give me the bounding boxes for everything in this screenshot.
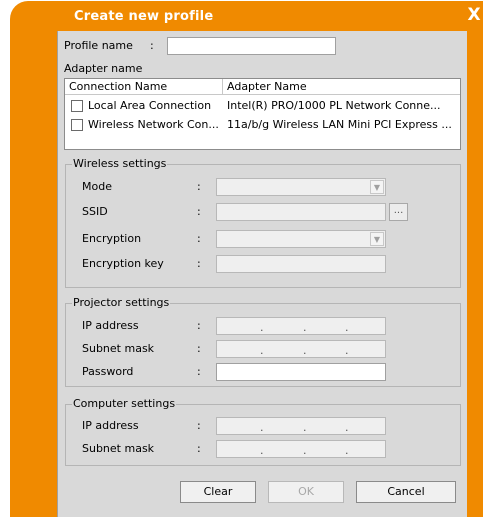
- wireless-settings-title: Wireless settings: [72, 157, 168, 170]
- ssid-browse-button[interactable]: ...: [389, 203, 408, 221]
- adapter-checkbox[interactable]: [71, 119, 83, 131]
- list-item[interactable]: Local Area Connection Intel(R) PRO/1000 …: [65, 96, 460, 116]
- encryption-key-colon: :: [197, 257, 201, 270]
- adapter-name: 11a/b/g Wireless LAN Mini PCI Express ..…: [227, 118, 452, 131]
- cancel-button[interactable]: Cancel: [356, 481, 456, 503]
- projector-settings-title: Projector settings: [72, 296, 171, 309]
- profile-name-colon: :: [150, 39, 154, 52]
- encryption-key-field[interactable]: [216, 255, 386, 273]
- ip-separator: .: [303, 444, 307, 457]
- ssid-label: SSID: [82, 205, 108, 218]
- computer-subnet-label: Subnet mask: [82, 442, 155, 455]
- projector-subnet-label: Subnet mask: [82, 342, 155, 355]
- projector-subnet-colon: :: [197, 342, 201, 355]
- computer-settings-group: Computer settings IP address : . . . Sub…: [65, 397, 461, 466]
- ip-separator: .: [260, 444, 264, 457]
- adapter-list[interactable]: Connection Name Adapter Name Local Area …: [64, 78, 461, 150]
- ip-separator: .: [260, 421, 264, 434]
- computer-ip-label: IP address: [82, 419, 139, 432]
- chevron-down-icon[interactable]: ▼: [370, 180, 384, 194]
- computer-subnet-field[interactable]: . . .: [216, 440, 386, 458]
- computer-ip-colon: :: [197, 419, 201, 432]
- projector-ip-field[interactable]: . . .: [216, 317, 386, 335]
- ip-separator: .: [345, 444, 349, 457]
- profile-name-label: Profile name: [64, 39, 133, 52]
- clear-button[interactable]: Clear: [180, 481, 256, 503]
- wireless-settings-group: Wireless settings Mode : ▼ SSID : ... En…: [65, 157, 461, 288]
- adapter-list-header: Connection Name Adapter Name: [65, 79, 460, 95]
- computer-ip-field[interactable]: . . .: [216, 417, 386, 435]
- connection-name: Local Area Connection: [88, 99, 212, 112]
- projector-ip-colon: :: [197, 319, 201, 332]
- projector-ip-label: IP address: [82, 319, 139, 332]
- ok-button[interactable]: OK: [268, 481, 344, 503]
- projector-settings-group: Projector settings IP address : . . . Su…: [65, 296, 461, 387]
- ip-separator: .: [345, 421, 349, 434]
- encryption-colon: :: [197, 232, 201, 245]
- password-label: Password: [82, 365, 134, 378]
- password-field[interactable]: [216, 363, 386, 381]
- ip-separator: .: [303, 421, 307, 434]
- mode-dropdown[interactable]: ▼: [216, 178, 386, 196]
- dialog-body: Profile name : Adapter name Connection N…: [57, 31, 467, 517]
- password-colon: :: [197, 365, 201, 378]
- ip-separator: .: [260, 321, 264, 334]
- encryption-key-label: Encryption key: [82, 257, 164, 270]
- profile-name-field[interactable]: [167, 37, 336, 55]
- ssid-colon: :: [197, 205, 201, 218]
- computer-settings-title: Computer settings: [72, 397, 177, 410]
- computer-subnet-colon: :: [197, 442, 201, 455]
- ip-separator: .: [303, 344, 307, 357]
- encryption-dropdown[interactable]: ▼: [216, 230, 386, 248]
- ip-separator: .: [345, 321, 349, 334]
- ip-separator: .: [260, 344, 264, 357]
- list-item[interactable]: Wireless Network Con... 11a/b/g Wireless…: [65, 115, 460, 135]
- ssid-field[interactable]: [216, 203, 386, 221]
- column-header-adapter[interactable]: Adapter Name: [223, 79, 462, 95]
- adapter-name: Intel(R) PRO/1000 PL Network Conne...: [227, 99, 441, 112]
- ip-separator: .: [345, 344, 349, 357]
- chevron-down-icon[interactable]: ▼: [370, 232, 384, 246]
- mode-label: Mode: [82, 180, 112, 193]
- window-title: Create new profile: [74, 9, 214, 24]
- ip-separator: .: [303, 321, 307, 334]
- projector-subnet-field[interactable]: . . .: [216, 340, 386, 358]
- close-icon[interactable]: X: [465, 6, 483, 24]
- column-header-connection[interactable]: Connection Name: [65, 79, 223, 95]
- adapter-checkbox[interactable]: [71, 100, 83, 112]
- connection-name: Wireless Network Con...: [88, 118, 219, 131]
- encryption-label: Encryption: [82, 232, 142, 245]
- profile-name-input[interactable]: [168, 38, 335, 54]
- mode-colon: :: [197, 180, 201, 193]
- adapter-name-label: Adapter name: [64, 62, 143, 75]
